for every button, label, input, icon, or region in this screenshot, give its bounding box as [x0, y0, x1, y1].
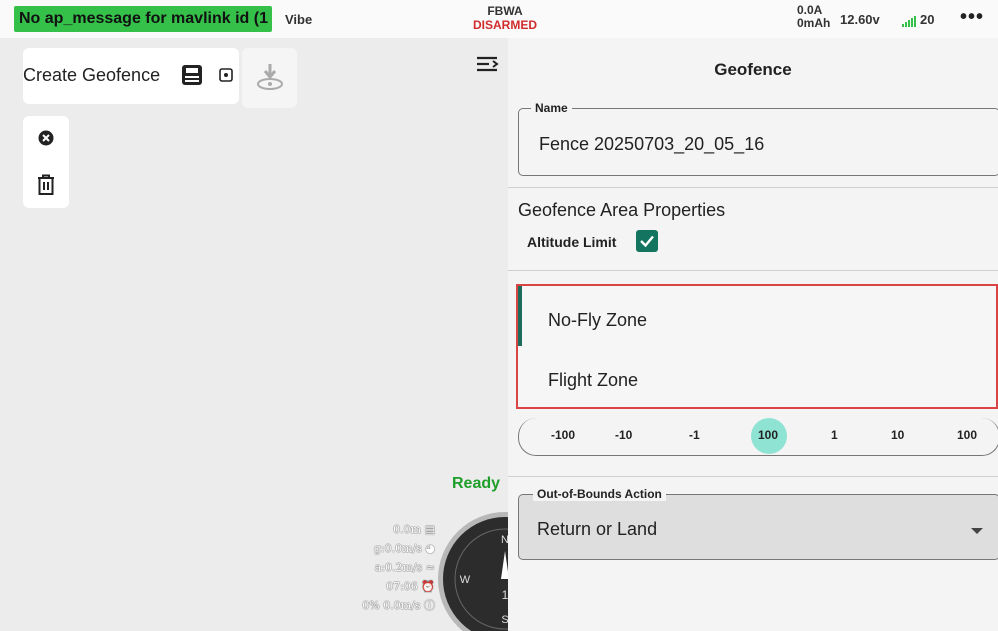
- flight-mode[interactable]: FBWA DISARMED: [470, 4, 540, 32]
- ground-speed-value: g:0.0m/s: [373, 542, 422, 555]
- divider: [508, 187, 998, 188]
- out-of-bounds-select[interactable]: Out-of-Bounds Action Return or Land: [518, 487, 998, 560]
- create-geofence-card: Create Geofence: [23, 48, 239, 104]
- compass-w: W: [460, 574, 471, 586]
- status-message[interactable]: No ap_message for mavlink id (1: [14, 6, 272, 32]
- arm-state: DISARMED: [472, 18, 537, 32]
- save-icon[interactable]: [181, 64, 203, 86]
- trash-icon[interactable]: [36, 174, 56, 196]
- altitude-limit-label: Altitude Limit: [527, 234, 617, 250]
- step-button[interactable]: -10: [615, 428, 632, 442]
- altitude-stat: 0.0m ▤: [300, 520, 435, 539]
- panel-toggle-icon[interactable]: [475, 54, 501, 76]
- divider: [508, 476, 998, 477]
- altitude-limit-checkbox[interactable]: [636, 230, 658, 252]
- info-icon: ⓘ: [424, 599, 435, 612]
- chevron-down-icon: [971, 528, 983, 534]
- step-button[interactable]: 10: [891, 428, 904, 442]
- landing-point-icon: [257, 64, 283, 90]
- zone-type-dropdown: No-Fly Zone Flight Zone: [516, 284, 998, 409]
- step-button-selected[interactable]: 100: [758, 428, 778, 442]
- step-button[interactable]: 1: [831, 428, 838, 442]
- signal-bars-icon: [902, 16, 916, 27]
- ground-speed-stat: g:0.0m/s ◕: [300, 539, 435, 558]
- step-button[interactable]: -1: [689, 428, 700, 442]
- vibe-label: Vibe: [285, 12, 313, 27]
- altitude-value: 0.0m: [393, 523, 422, 536]
- throttle-value: 0% 0.0m/s: [362, 599, 421, 612]
- wind-icon: ≈: [425, 561, 435, 574]
- consumed-value: 0mAh: [797, 16, 831, 30]
- time-value: 07:06: [386, 580, 418, 593]
- landing-point-button[interactable]: [242, 48, 297, 108]
- flight-mode-label: FBWA: [487, 4, 523, 18]
- oob-value: Return or Land: [537, 519, 658, 539]
- area-properties-title: Geofence Area Properties: [518, 200, 726, 220]
- battery-current: 0.0A 0mAh: [797, 4, 830, 30]
- geofence-tools-card: [23, 116, 69, 208]
- step-button[interactable]: 100: [957, 428, 977, 442]
- speedometer-icon: ◕: [425, 542, 435, 555]
- square-dot-icon[interactable]: [219, 68, 233, 82]
- throttle-stat: 0% 0.0m/s ⓘ: [300, 596, 435, 615]
- name-legend: Name: [531, 101, 572, 115]
- altitude-icon: ▤: [424, 523, 435, 536]
- value-stepper: -100 -10 -1 100 1 10 100: [518, 418, 998, 456]
- divider: [508, 270, 998, 271]
- time-stat: 07:06 ⏰: [300, 577, 435, 596]
- close-circle-icon[interactable]: [38, 130, 54, 146]
- air-speed-value: a:0.2m/s: [374, 561, 423, 574]
- zone-option-flight[interactable]: Flight Zone: [548, 370, 638, 391]
- air-speed-stat: a:0.2m/s ≈: [300, 558, 435, 577]
- selected-marker: [518, 286, 522, 346]
- gps-status: 20: [902, 12, 934, 27]
- name-field[interactable]: Name Fence 20250703_20_05_16: [518, 101, 998, 176]
- telemetry-stats: 0.0m ▤ g:0.0m/s ◕ a:0.2m/s ≈ 07:06 ⏰ 0% …: [300, 520, 435, 615]
- panel-title: Geofence: [714, 60, 792, 79]
- check-icon: [640, 235, 654, 248]
- top-status-bar: No ap_message for mavlink id (1 Vibe FBW…: [0, 0, 998, 38]
- satellite-count: 20: [920, 12, 935, 27]
- timer-icon: ⏰: [421, 580, 435, 593]
- step-button[interactable]: -100: [551, 428, 575, 442]
- ready-status: Ready: [452, 475, 501, 492]
- more-menu-button[interactable]: •••: [960, 6, 984, 29]
- name-value: Fence 20250703_20_05_16: [539, 134, 765, 154]
- create-geofence-label: Create Geofence: [23, 65, 161, 85]
- oob-legend: Out-of-Bounds Action: [533, 487, 666, 501]
- geofence-panel: Geofence Name Fence 20250703_20_05_16 Ge…: [508, 38, 998, 631]
- zone-option-no-fly[interactable]: No-Fly Zone: [548, 310, 647, 331]
- battery-voltage: 12.60v: [840, 12, 880, 27]
